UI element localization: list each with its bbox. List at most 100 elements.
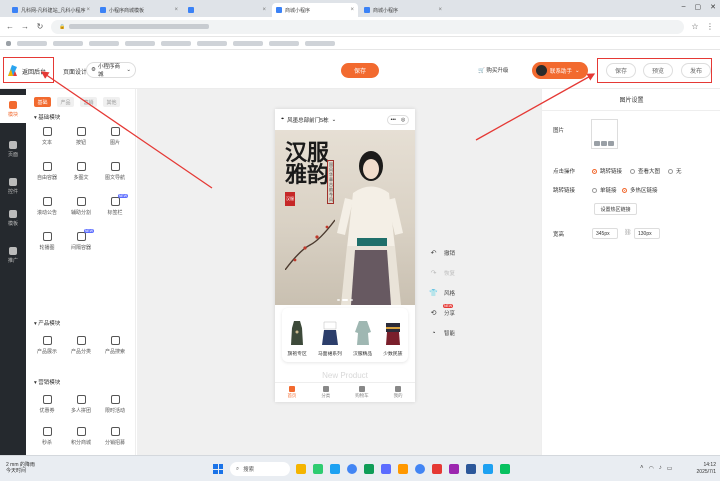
app-icon[interactable] <box>313 464 323 474</box>
tab-close-icon[interactable]: × <box>174 7 178 13</box>
battery-icon[interactable]: ▭ <box>667 465 673 472</box>
component-text[interactable]: 文本 <box>34 127 60 151</box>
rail-item-promote[interactable]: 推广 <box>0 241 26 269</box>
reload-icon[interactable]: ↻ <box>36 22 44 31</box>
forward-icon[interactable]: → <box>21 22 29 31</box>
radio-none[interactable]: 无 <box>668 167 682 175</box>
tab-close-icon[interactable]: × <box>350 7 354 13</box>
component-divider[interactable]: 辅助分割 <box>68 197 94 221</box>
zoom-icon[interactable] <box>608 141 614 146</box>
bookmark[interactable] <box>17 40 47 46</box>
component-notice[interactable]: 滚动公告 <box>34 197 60 221</box>
radio-single-link[interactable]: 单链接 <box>592 186 617 194</box>
set-hotzone-button[interactable]: 设置热区链接 <box>594 203 637 215</box>
tab-close-icon[interactable]: × <box>262 7 266 13</box>
tab-marketing[interactable]: 营销 <box>80 97 97 107</box>
link-icon[interactable]: ⛓ <box>624 229 632 236</box>
rail-item-modules[interactable]: 模块 <box>0 95 26 123</box>
component-image[interactable]: 图片 <box>102 127 128 151</box>
component-points-mall[interactable]: 积分商城 <box>68 427 94 451</box>
tab-product[interactable]: 产品 <box>57 97 74 107</box>
smart-button[interactable]: ◔ 智能 <box>429 329 455 338</box>
component-product-category[interactable]: 产品分类 <box>68 336 94 360</box>
component-group-buy[interactable]: 多人拼团 <box>68 395 94 419</box>
component-image-nav[interactable]: 图文导航 <box>102 162 128 186</box>
category-item[interactable]: 少数民族 <box>383 320 402 357</box>
radio-multi-hotzone[interactable]: 多热区链接 <box>622 186 658 194</box>
phone-nav-home[interactable]: 首页 <box>287 386 296 399</box>
phone-nav-cart[interactable]: 购物车 <box>355 386 369 399</box>
apps-icon[interactable] <box>6 40 11 46</box>
component-flash-sale[interactable]: 限时活动 <box>102 395 128 419</box>
hero-banner[interactable]: 汉服雅韵 汉服 国风华章 古韵今风 <box>275 130 415 305</box>
category-item[interactable]: 旗袍专区 <box>288 320 307 357</box>
bookmark[interactable] <box>161 40 191 46</box>
rail-item-pages[interactable]: 页面 <box>0 135 26 163</box>
bookmark[interactable] <box>89 40 119 46</box>
app-icon[interactable] <box>364 464 374 474</box>
redo-button[interactable]: ↷ 恢复 <box>429 269 455 277</box>
minimize-icon[interactable]: – <box>682 3 686 11</box>
browser-tab[interactable]: 凡科网-凡科建站_凡科小程序 × <box>8 3 94 17</box>
phone-nav-mine[interactable]: 我的 <box>394 386 403 399</box>
crop-icon[interactable] <box>601 141 607 146</box>
user-menu[interactable]: 联系助手 ⌄ <box>532 62 588 79</box>
component-product-search[interactable]: 产品搜索 <box>102 336 128 360</box>
upgrade-link[interactable]: 🛒 购买升级 <box>478 66 508 74</box>
app-icon[interactable] <box>330 464 340 474</box>
menu-icon[interactable]: ⋮ <box>706 22 714 31</box>
component-seckill[interactable]: 秒杀 <box>34 427 60 451</box>
component-distribution[interactable]: 分销招募 <box>102 427 128 451</box>
component-button[interactable]: 按钮 <box>68 127 94 151</box>
rail-item-templates[interactable]: 模板 <box>0 204 26 232</box>
app-icon[interactable] <box>347 464 357 474</box>
component-multi-image-text[interactable]: 多图文 <box>68 162 94 186</box>
app-icon[interactable] <box>500 464 510 474</box>
component-tabbar[interactable]: NEW 标签栏 <box>102 194 128 221</box>
app-icon[interactable] <box>398 464 408 474</box>
component-product-display[interactable]: 产品展示 <box>34 336 60 360</box>
rail-item-controls[interactable]: 控件 <box>0 172 26 200</box>
style-button[interactable]: 👕 风格 <box>429 289 455 297</box>
volume-icon[interactable]: ♪ <box>659 465 662 472</box>
app-icon[interactable] <box>432 464 442 474</box>
app-icon[interactable] <box>415 464 425 474</box>
share-button[interactable]: NEW ⟲ 分享 <box>429 304 455 317</box>
category-item[interactable]: 汉服精品 <box>353 320 372 357</box>
back-icon[interactable]: ← <box>6 22 14 31</box>
app-icon[interactable] <box>296 464 306 474</box>
save-button-main[interactable]: 保存 <box>341 63 379 78</box>
app-icon[interactable] <box>381 464 391 474</box>
bookmark[interactable] <box>53 40 83 46</box>
bookmark[interactable] <box>125 40 155 46</box>
bookmark[interactable] <box>305 40 335 46</box>
image-picker[interactable] <box>591 119 618 149</box>
bookmark[interactable] <box>197 40 227 46</box>
radio-jump-link[interactable]: 跳转链接 <box>592 167 622 175</box>
weather-widget[interactable]: 2 mm 的降雨 今天时间 <box>6 462 35 474</box>
component-spacer[interactable]: NEW 间隔容器 <box>68 229 94 256</box>
maximize-icon[interactable]: ▢ <box>695 3 702 11</box>
store-location[interactable]: 风墨总部前门5栋 <box>287 116 329 124</box>
component-free-container[interactable]: 自由容器 <box>34 162 60 186</box>
store-select[interactable]: ⚙ 小程序商城 ⌄ <box>86 62 136 78</box>
browser-tab[interactable]: × <box>184 3 270 17</box>
browser-tab[interactable]: 小程序商城模板 × <box>96 3 182 17</box>
taskbar-search[interactable]: ⌕ 搜索 <box>230 462 290 476</box>
clock[interactable]: 14:12 2025/7/1 <box>690 462 716 476</box>
app-icon[interactable] <box>483 464 493 474</box>
tab-basic[interactable]: 基础 <box>34 97 51 107</box>
app-icon[interactable] <box>449 464 459 474</box>
phone-nav-category[interactable]: 分类 <box>321 386 330 399</box>
component-coupon[interactable]: 优惠券 <box>34 395 60 419</box>
tab-close-icon[interactable]: × <box>86 7 90 13</box>
bookmark[interactable] <box>269 40 299 46</box>
radio-view-large[interactable]: 查看大图 <box>630 167 660 175</box>
tab-close-icon[interactable]: × <box>438 7 442 13</box>
chevron-up-icon[interactable]: ˄ <box>640 465 644 472</box>
close-window-icon[interactable]: ✕ <box>710 3 716 11</box>
star-icon[interactable]: ☆ <box>691 22 699 31</box>
category-item[interactable]: 马面裙系列 <box>318 320 342 357</box>
undo-button[interactable]: ↶ 撤销 <box>429 249 455 257</box>
component-carousel[interactable]: 轮播图 <box>34 232 60 256</box>
